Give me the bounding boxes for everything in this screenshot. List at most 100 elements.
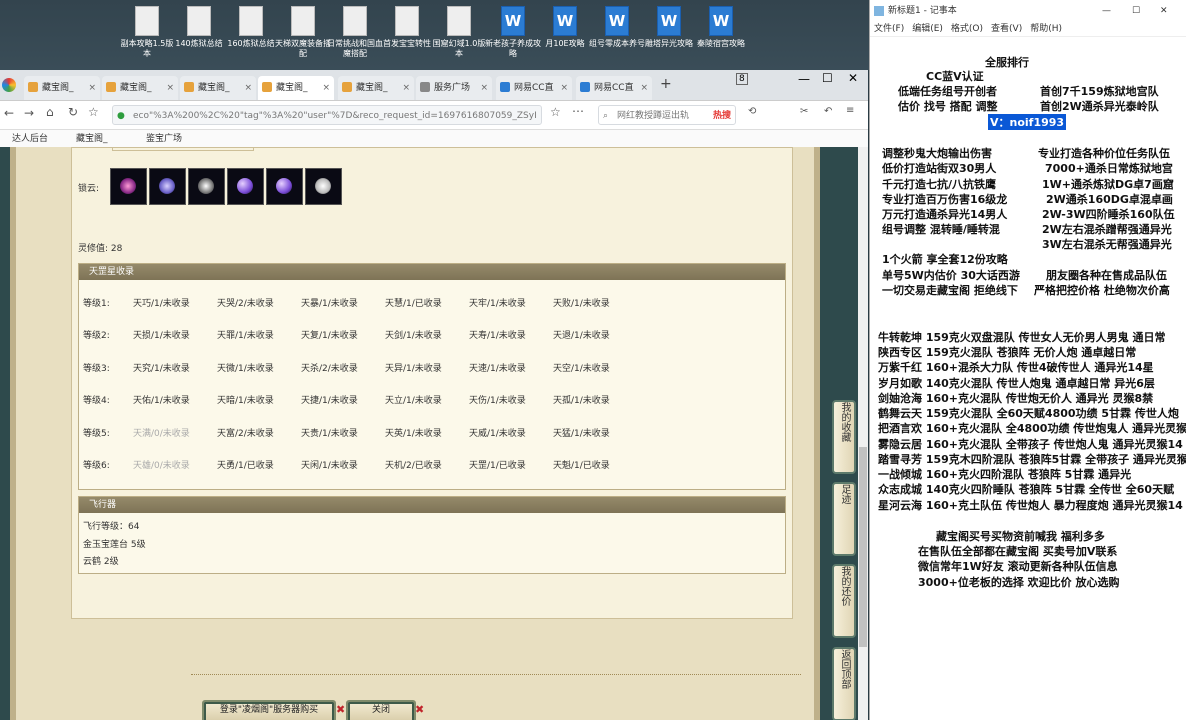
notepad-selected-text: V：noif1993: [988, 114, 1067, 130]
bookmark-item[interactable]: 达人后台: [12, 130, 48, 148]
close-x-icon[interactable]: ✖: [336, 703, 345, 716]
notepad-menu-item[interactable]: 格式(O): [951, 24, 983, 34]
star-cell: 天暗/1/未收录: [217, 396, 274, 407]
top-tab-stubs: [112, 147, 254, 151]
address-bar[interactable]: ● eco"%3A%200%2C%20"tag"%3A%20"user"%7D&…: [112, 105, 542, 125]
star-cell: 天微/1/未收录: [217, 363, 274, 374]
browser-tab[interactable]: 藏宝阁_ ×: [24, 76, 100, 100]
login-buy-button[interactable]: 登录"凌烟阁"服务器购买: [202, 700, 336, 720]
star-cell: 天罪/1/未收录: [217, 331, 274, 342]
my-favorites-button[interactable]: 我的收藏: [832, 400, 856, 474]
close-button[interactable]: 关闭: [346, 700, 416, 720]
text-file-desktop-icon[interactable]: 日常挑战和国血魔搭配: [326, 6, 384, 59]
notepad-text-line: 首创7千159炼狱地宫队: [1040, 85, 1159, 98]
new-tab-button[interactable]: +: [660, 76, 672, 92]
jinyun-item-icon[interactable]: [266, 168, 303, 205]
minimize-icon[interactable]: —: [798, 72, 810, 86]
footprint-button[interactable]: 足迹: [832, 482, 856, 556]
home-icon[interactable]: ⌂: [46, 105, 54, 119]
tab-active[interactable]: 藏宝阁_ ×: [258, 76, 334, 100]
browser-tab[interactable]: 网易CC直 ×: [576, 76, 652, 100]
notepad-text-line: 2W通杀160DG卓混卓画: [1046, 193, 1173, 206]
jinyun-item-icon[interactable]: [227, 168, 264, 205]
notepad-text-line: 低价打造站街双30男人: [882, 162, 997, 175]
tab-label: 网易CC直: [594, 83, 634, 93]
word-file-desktop-icon[interactable]: W 组号零成本养号: [588, 6, 646, 49]
flyer-section: 飞行器 飞行等级：64 金玉宝莲台 5级 云鹤 2级: [78, 496, 786, 574]
star-cell: 天损/1/未收录: [133, 331, 190, 342]
level-label: 等级1:: [83, 299, 110, 309]
menu-icon[interactable]: ≡: [846, 105, 854, 116]
star-cell: 天寿/1/未收录: [469, 331, 526, 342]
notepad-text-line: 全服排行: [985, 56, 1029, 69]
search-box[interactable]: ⌕ 网红教授蹲逗出轨 热搜: [598, 105, 736, 125]
text-file-desktop-icon[interactable]: 160炼狱总结: [222, 6, 280, 49]
text-file-desktop-icon[interactable]: 首发宝宝转性: [378, 6, 436, 49]
browser-tab[interactable]: 网易CC直 ×: [496, 76, 572, 100]
tab-close-icon[interactable]: ×: [166, 76, 174, 100]
word-file-desktop-icon[interactable]: W 雕塔异光攻略: [640, 6, 698, 49]
tab-close-icon[interactable]: ×: [322, 76, 330, 100]
forward-icon[interactable]: →: [24, 106, 34, 120]
hot-search-label[interactable]: 热搜: [713, 106, 731, 124]
extension-icon[interactable]: ⟲: [748, 106, 756, 117]
browser-tab[interactable]: 服务广场 ×: [416, 76, 492, 100]
notepad-text-line: 2W左右混杀蹭帮强通异光: [1042, 223, 1172, 236]
notepad-minimize-icon[interactable]: —: [1102, 0, 1111, 22]
close-x-icon[interactable]: ✖: [415, 703, 424, 716]
desktop-icon-label: 副本攻略1.5版本: [120, 39, 174, 58]
tab-favicon-icon: [580, 82, 590, 92]
tab-close-icon[interactable]: ×: [402, 76, 410, 100]
jinyun-item-icon[interactable]: [149, 168, 186, 205]
text-file-desktop-icon[interactable]: 国窟幻域1.0版本: [430, 6, 488, 59]
notepad-menu-item[interactable]: 查看(V): [991, 24, 1022, 34]
favorite-icon[interactable]: ☆: [550, 105, 561, 119]
close-window-icon[interactable]: ✕: [848, 71, 858, 85]
text-doc-icon: [187, 6, 211, 36]
tab-close-icon[interactable]: ×: [88, 76, 96, 100]
word-file-desktop-icon[interactable]: W 秦陵宿宫攻略: [692, 6, 750, 49]
notepad-close-icon[interactable]: ✕: [1160, 0, 1168, 22]
tab-close-icon[interactable]: ×: [244, 76, 252, 100]
notepad-maximize-icon[interactable]: ☐: [1132, 0, 1140, 22]
star-cell: 天猛/1/未收录: [553, 428, 610, 439]
text-file-desktop-icon[interactable]: 副本攻略1.5版本: [118, 6, 176, 59]
tab-close-icon[interactable]: ×: [480, 76, 488, 100]
browser-tab[interactable]: 藏宝阁_ ×: [180, 76, 256, 100]
maximize-icon[interactable]: ☐: [822, 71, 833, 85]
browser-tab[interactable]: 藏宝阁_ ×: [102, 76, 178, 100]
bookmark-item[interactable]: 鉴宝广场: [146, 130, 182, 148]
notepad-menu-item[interactable]: 帮助(H): [1030, 24, 1062, 34]
bookmark-star-icon[interactable]: ☆: [88, 105, 99, 119]
browser-tab[interactable]: 藏宝阁_ ×: [338, 76, 414, 100]
my-bargain-button[interactable]: 我的还价: [832, 564, 856, 638]
star-cell: 天剑/1/未收录: [385, 331, 442, 342]
scissors-icon[interactable]: ✂: [800, 106, 808, 117]
page-scrollbar[interactable]: [858, 147, 868, 720]
back-icon[interactable]: ←: [4, 106, 14, 120]
tab-label: 藏宝阁_: [42, 83, 74, 93]
back-to-top-button[interactable]: 返回顶部: [832, 647, 856, 720]
tab-close-icon[interactable]: ×: [560, 76, 568, 100]
notepad-menu-item[interactable]: 编辑(E): [912, 24, 943, 34]
jinyun-item-icon[interactable]: [188, 168, 225, 205]
text-file-desktop-icon[interactable]: 天梯双魔装备搭配: [274, 6, 332, 59]
text-doc-icon: [239, 6, 263, 36]
tab-close-icon[interactable]: ×: [640, 76, 648, 100]
tab-count-badge[interactable]: 8: [736, 73, 748, 85]
refresh-icon[interactable]: ↻: [68, 105, 78, 119]
word-file-desktop-icon[interactable]: W 月10E攻略: [536, 6, 594, 49]
word-file-desktop-icon[interactable]: W 新老孩子养成攻略: [484, 6, 542, 59]
scrollbar-thumb[interactable]: [859, 447, 867, 647]
bookmark-item[interactable]: 藏宝阁_: [76, 130, 108, 148]
jinyun-item-icon[interactable]: [305, 168, 342, 205]
browser-logo-icon[interactable]: [2, 78, 16, 92]
tab-favicon-icon: [342, 82, 352, 92]
undo-icon[interactable]: ↶: [824, 106, 832, 117]
text-file-desktop-icon[interactable]: 140炼狱总结: [170, 6, 228, 49]
desktop-icon-label: 160炼狱总结: [227, 39, 275, 48]
notepad-menu-item[interactable]: 文件(F): [874, 24, 904, 34]
jinyun-item-icon[interactable]: [110, 168, 147, 205]
more-icon[interactable]: ⋯: [572, 104, 584, 118]
notepad-text-area[interactable]: 全服排行 CC蓝V认证 首创7千159炼狱地宫队 低端任务组号开创者 估价 找号 搭配 …: [870, 40, 1186, 720]
